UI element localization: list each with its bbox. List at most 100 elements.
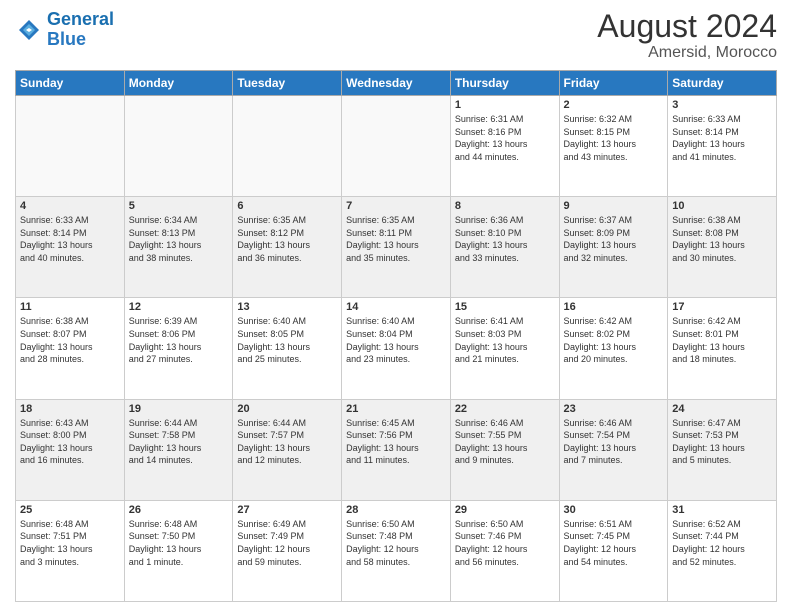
- day-info: Sunrise: 6:38 AMSunset: 8:07 PMDaylight:…: [20, 315, 120, 365]
- week-row-1: 4Sunrise: 6:33 AMSunset: 8:14 PMDaylight…: [16, 197, 777, 298]
- logo-icon: [15, 16, 43, 44]
- location: Amersid, Morocco: [597, 44, 777, 62]
- day-number: 21: [346, 403, 446, 415]
- day-number: 24: [672, 403, 772, 415]
- title-block: August 2024 Amersid, Morocco: [597, 10, 777, 62]
- day-cell: 23 Sunrise: 6:46 AMSunset: 7:54 PMDayligh…: [559, 399, 668, 500]
- day-cell: 8Sunrise: 6:36 AMSunset: 8:10 PMDaylight…: [450, 197, 559, 298]
- day-number: 19: [129, 403, 229, 415]
- day-cell: 6 Sunrise: 6:35 AMSunset: 8:12 PMDaylight…: [233, 197, 342, 298]
- month-year: August 2024: [597, 10, 777, 42]
- week-row-4: 25Sunrise: 6:48 AMSunset: 7:51 PMDayligh…: [16, 500, 777, 601]
- day-cell: 28 Sunrise: 6:50 AMSunset: 7:48 PMDayligh…: [342, 500, 451, 601]
- day-number: 13: [237, 301, 337, 313]
- day-info: Sunrise: 6:37 AMSunset: 8:09 PMDaylight:…: [564, 214, 664, 264]
- day-cell: 27 Sunrise: 6:49 AMSunset: 7:49 PMDayligh…: [233, 500, 342, 601]
- calendar-body: 1Sunrise: 6:31 AMSunset: 8:16 PMDaylight…: [16, 96, 777, 602]
- day-info: Sunrise: 6:48 AMSunset: 7:51 PMDaylight:…: [20, 518, 120, 568]
- day-info: Sunrise: 6:52 AMSunset: 7:44 PMDaylight:…: [672, 518, 772, 568]
- logo-general: General: [47, 9, 114, 29]
- day-info: Sunrise: 6:50 AMSunset: 7:48 PMDaylight:…: [346, 518, 446, 568]
- day-info: Sunrise: 6:50 AMSunset: 7:46 PMDaylight:…: [455, 518, 555, 568]
- logo-blue: Blue: [47, 30, 114, 50]
- day-info: Sunrise: 6:40 AMSunset: 8:04 PMDaylight:…: [346, 315, 446, 365]
- calendar: Sunday Monday Tuesday Wednesday Thursday…: [15, 70, 777, 602]
- day-cell: 25Sunrise: 6:48 AMSunset: 7:51 PMDayligh…: [16, 500, 125, 601]
- col-tuesday: Tuesday: [233, 71, 342, 96]
- day-number: 29: [455, 504, 555, 516]
- col-wednesday: Wednesday: [342, 71, 451, 96]
- day-cell: 29 Sunrise: 6:50 AMSunset: 7:46 PMDayligh…: [450, 500, 559, 601]
- day-cell: 16Sunrise: 6:42 AMSunset: 8:02 PMDayligh…: [559, 298, 668, 399]
- day-number: 22: [455, 403, 555, 415]
- day-info: Sunrise: 6:47 AMSunset: 7:53 PMDaylight:…: [672, 417, 772, 467]
- day-cell: 3 Sunrise: 6:33 AMSunset: 8:14 PMDaylight…: [668, 96, 777, 197]
- header-row: Sunday Monday Tuesday Wednesday Thursday…: [16, 71, 777, 96]
- day-info: Sunrise: 6:45 AMSunset: 7:56 PMDaylight:…: [346, 417, 446, 467]
- day-number: 23: [564, 403, 664, 415]
- day-number: 31: [672, 504, 772, 516]
- day-cell: [124, 96, 233, 197]
- day-info: Sunrise: 6:51 AMSunset: 7:45 PMDaylight:…: [564, 518, 664, 568]
- day-info: Sunrise: 6:49 AMSunset: 7:49 PMDaylight:…: [237, 518, 337, 568]
- day-number: 1: [455, 99, 555, 111]
- day-info: Sunrise: 6:46 AMSunset: 7:55 PMDaylight:…: [455, 417, 555, 467]
- week-row-0: 1Sunrise: 6:31 AMSunset: 8:16 PMDaylight…: [16, 96, 777, 197]
- col-sunday: Sunday: [16, 71, 125, 96]
- logo-text: General Blue: [47, 10, 114, 50]
- day-cell: 12Sunrise: 6:39 AMSunset: 8:06 PMDayligh…: [124, 298, 233, 399]
- day-info: Sunrise: 6:32 AMSunset: 8:15 PMDaylight:…: [564, 113, 664, 163]
- day-cell: 1Sunrise: 6:31 AMSunset: 8:16 PMDaylight…: [450, 96, 559, 197]
- col-monday: Monday: [124, 71, 233, 96]
- day-number: 16: [564, 301, 664, 313]
- day-number: 10: [672, 200, 772, 212]
- logo: General Blue: [15, 10, 114, 50]
- day-number: 8: [455, 200, 555, 212]
- day-info: Sunrise: 6:35 AMSunset: 8:11 PMDaylight:…: [346, 214, 446, 264]
- day-cell: 15 Sunrise: 6:41 AMSunset: 8:03 PMDayligh…: [450, 298, 559, 399]
- page: General Blue August 2024 Amersid, Morocc…: [0, 0, 792, 612]
- day-info: Sunrise: 6:46 AMSunset: 7:54 PMDaylight:…: [564, 417, 664, 467]
- day-number: 6: [237, 200, 337, 212]
- day-cell: 4Sunrise: 6:33 AMSunset: 8:14 PMDaylight…: [16, 197, 125, 298]
- day-number: 20: [237, 403, 337, 415]
- day-info: Sunrise: 6:40 AMSunset: 8:05 PMDaylight:…: [237, 315, 337, 365]
- day-cell: 22 Sunrise: 6:46 AMSunset: 7:55 PMDayligh…: [450, 399, 559, 500]
- day-info: Sunrise: 6:33 AMSunset: 8:14 PMDaylight:…: [672, 113, 772, 163]
- day-cell: 14 Sunrise: 6:40 AMSunset: 8:04 PMDayligh…: [342, 298, 451, 399]
- day-cell: 18Sunrise: 6:43 AMSunset: 8:00 PMDayligh…: [16, 399, 125, 500]
- calendar-header: Sunday Monday Tuesday Wednesday Thursday…: [16, 71, 777, 96]
- day-number: 30: [564, 504, 664, 516]
- day-info: Sunrise: 6:35 AMSunset: 8:12 PMDaylight:…: [237, 214, 337, 264]
- day-number: 11: [20, 301, 120, 313]
- day-number: 27: [237, 504, 337, 516]
- day-cell: 21 Sunrise: 6:45 AMSunset: 7:56 PMDayligh…: [342, 399, 451, 500]
- day-cell: [233, 96, 342, 197]
- day-number: 2: [564, 99, 664, 111]
- day-cell: [16, 96, 125, 197]
- day-info: Sunrise: 6:41 AMSunset: 8:03 PMDaylight:…: [455, 315, 555, 365]
- day-cell: 19 Sunrise: 6:44 AMSunset: 7:58 PMDayligh…: [124, 399, 233, 500]
- day-cell: 17Sunrise: 6:42 AMSunset: 8:01 PMDayligh…: [668, 298, 777, 399]
- day-number: 3: [672, 99, 772, 111]
- week-row-3: 18Sunrise: 6:43 AMSunset: 8:00 PMDayligh…: [16, 399, 777, 500]
- day-info: Sunrise: 6:34 AMSunset: 8:13 PMDaylight:…: [129, 214, 229, 264]
- day-cell: 9Sunrise: 6:37 AMSunset: 8:09 PMDaylight…: [559, 197, 668, 298]
- day-number: 17: [672, 301, 772, 313]
- day-cell: 26Sunrise: 6:48 AMSunset: 7:50 PMDayligh…: [124, 500, 233, 601]
- col-friday: Friday: [559, 71, 668, 96]
- day-info: Sunrise: 6:44 AMSunset: 7:57 PMDaylight:…: [237, 417, 337, 467]
- day-info: Sunrise: 6:38 AMSunset: 8:08 PMDaylight:…: [672, 214, 772, 264]
- col-thursday: Thursday: [450, 71, 559, 96]
- day-cell: 2 Sunrise: 6:32 AMSunset: 8:15 PMDaylight…: [559, 96, 668, 197]
- day-number: 28: [346, 504, 446, 516]
- day-info: Sunrise: 6:44 AMSunset: 7:58 PMDaylight:…: [129, 417, 229, 467]
- day-number: 15: [455, 301, 555, 313]
- day-cell: 13 Sunrise: 6:40 AMSunset: 8:05 PMDayligh…: [233, 298, 342, 399]
- day-cell: 20 Sunrise: 6:44 AMSunset: 7:57 PMDayligh…: [233, 399, 342, 500]
- day-cell: 24 Sunrise: 6:47 AMSunset: 7:53 PMDayligh…: [668, 399, 777, 500]
- day-number: 4: [20, 200, 120, 212]
- day-cell: 7Sunrise: 6:35 AMSunset: 8:11 PMDaylight…: [342, 197, 451, 298]
- day-number: 14: [346, 301, 446, 313]
- day-number: 18: [20, 403, 120, 415]
